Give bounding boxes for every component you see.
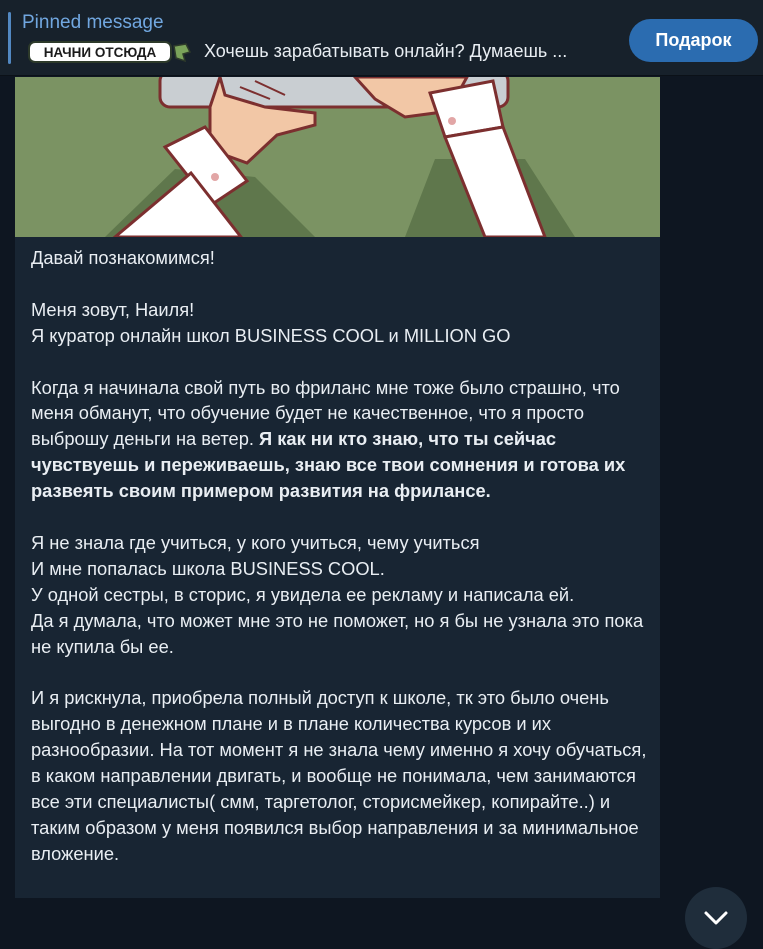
paragraph: Я не знала где учиться, у кого учиться, … bbox=[31, 530, 651, 660]
text-line: Да я думала, что может мне это не поможе… bbox=[31, 609, 644, 657]
chevron-down-icon bbox=[704, 911, 728, 925]
pinned-message-bar[interactable]: Pinned message НАЧНИ ОТСЮДА Хочешь зараб… bbox=[0, 0, 763, 76]
scroll-down-button[interactable] bbox=[685, 887, 747, 949]
sticker-label: НАЧНИ ОТСЮДА bbox=[44, 45, 157, 60]
chat-area: Давай познакомимся! Меня зовут, Наиля! Я … bbox=[0, 77, 763, 949]
pinned-preview-text: Хочешь зарабатывать онлайн? Думаешь ... bbox=[204, 41, 568, 61]
paragraph: Когда я начинала свой путь во фриланс мн… bbox=[31, 375, 651, 505]
pinned-accent-line bbox=[8, 12, 11, 64]
hands-on-laptop-illustration bbox=[15, 77, 660, 237]
message-text: Давай познакомимся! Меня зовут, Наиля! Я … bbox=[31, 245, 651, 867]
text-line: Я не знала где учиться, у кого учиться, … bbox=[31, 531, 480, 553]
text-line: И я рискнула, приобрела полный доступ к … bbox=[31, 687, 647, 864]
text-line: И мне попалась школа BUSINESS COOL. bbox=[31, 557, 385, 579]
text-line: У одной сестры, в сторис, я увидела ее р… bbox=[31, 583, 575, 605]
text-line: Давай познакомимся! bbox=[31, 247, 215, 268]
text-line: Меня зовут, Наиля! bbox=[31, 298, 195, 320]
gift-button[interactable]: Подарок bbox=[629, 19, 758, 62]
message-bubble: Давай познакомимся! Меня зовут, Наиля! Я … bbox=[15, 77, 660, 898]
paragraph: Меня зовут, Наиля! Я куратор онлайн школ … bbox=[31, 297, 651, 349]
paragraph: Давай познакомимся! bbox=[31, 245, 651, 271]
pinned-title: Pinned message bbox=[22, 12, 164, 33]
paragraph: И я рискнула, приобрела полный доступ к … bbox=[31, 685, 651, 866]
text-line: Я куратор онлайн школ BUSINESS COOL и MI… bbox=[31, 324, 511, 346]
start-here-sticker: НАЧНИ ОТСЮДА bbox=[28, 41, 192, 63]
